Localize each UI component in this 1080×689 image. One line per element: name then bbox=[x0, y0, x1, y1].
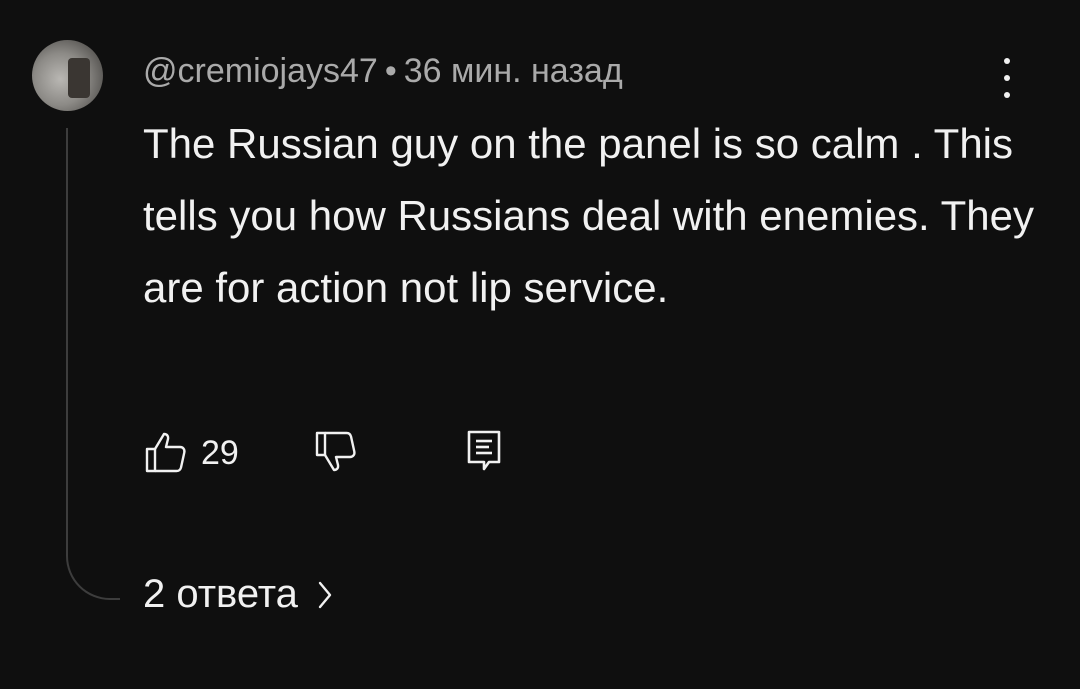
like-count: 29 bbox=[201, 434, 239, 472]
avatar[interactable] bbox=[32, 40, 103, 111]
thread-line bbox=[66, 128, 120, 600]
thumbs-up-icon bbox=[145, 432, 186, 473]
meta-separator: • bbox=[384, 52, 397, 90]
thumbs-down-icon bbox=[315, 431, 356, 472]
replies-label: 2 ответа bbox=[143, 572, 298, 616]
reply-button[interactable] bbox=[465, 428, 505, 479]
like-button[interactable] bbox=[143, 430, 187, 479]
view-replies-button[interactable]: 2 ответа bbox=[143, 572, 334, 617]
author-handle[interactable]: @cremiojays47 bbox=[143, 52, 378, 90]
comment-text: The Russian guy on the panel is so calm … bbox=[143, 120, 1035, 311]
dislike-button[interactable] bbox=[313, 430, 357, 479]
more-vertical-icon bbox=[1004, 58, 1010, 64]
comment-time: 36 мин. назад bbox=[403, 52, 623, 90]
reply-comment-icon bbox=[467, 430, 501, 471]
comment-meta: @cremiojays47 • 36 мин. назад bbox=[143, 52, 623, 91]
chevron-right-icon bbox=[318, 581, 332, 608]
more-options-button[interactable] bbox=[992, 58, 1022, 98]
